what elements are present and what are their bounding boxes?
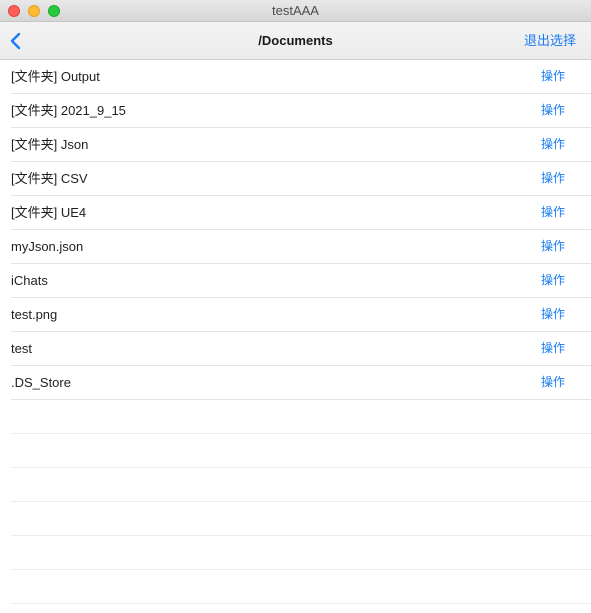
file-name: [文件夹] UE4 [11, 205, 87, 220]
file-name: [文件夹] CSV [11, 171, 88, 186]
file-name: iChats [11, 273, 48, 288]
list-item[interactable]: .DS_Store 操作 [11, 366, 591, 400]
file-name: [文件夹] Output [11, 69, 100, 84]
empty-row [11, 536, 591, 570]
action-button[interactable]: 操作 [541, 128, 565, 161]
file-list: [文件夹] Output 操作 [文件夹] 2021_9_15 操作 [文件夹]… [0, 60, 591, 604]
list-item[interactable]: [文件夹] 2021_9_15 操作 [11, 94, 591, 128]
title-bar: testAAA [0, 0, 591, 22]
action-button[interactable]: 操作 [541, 264, 565, 297]
list-item[interactable]: test.png 操作 [11, 298, 591, 332]
list-item[interactable]: [文件夹] Json 操作 [11, 128, 591, 162]
empty-row [11, 570, 591, 604]
action-button[interactable]: 操作 [541, 94, 565, 127]
list-item[interactable]: test 操作 [11, 332, 591, 366]
action-button[interactable]: 操作 [541, 332, 565, 365]
empty-row [11, 468, 591, 502]
file-name: test [11, 341, 32, 356]
exit-selection-button[interactable]: 退出选择 [524, 22, 576, 59]
action-button[interactable]: 操作 [541, 60, 565, 93]
list-item[interactable]: [文件夹] UE4 操作 [11, 196, 591, 230]
list-item[interactable]: iChats 操作 [11, 264, 591, 298]
empty-row [11, 400, 591, 434]
list-item[interactable]: [文件夹] CSV 操作 [11, 162, 591, 196]
action-button[interactable]: 操作 [541, 162, 565, 195]
window-title: testAAA [272, 3, 319, 18]
file-name: [文件夹] 2021_9_15 [11, 103, 126, 118]
navigation-bar: /Documents 退出选择 [0, 22, 591, 60]
action-button[interactable]: 操作 [541, 298, 565, 331]
file-name: test.png [11, 307, 58, 322]
empty-row [11, 502, 591, 536]
file-name: .DS_Store [11, 375, 71, 390]
list-item[interactable]: myJson.json 操作 [11, 230, 591, 264]
file-name: [文件夹] Json [11, 137, 89, 152]
action-button[interactable]: 操作 [541, 366, 565, 399]
app-window: testAAA /Documents 退出选择 [文件夹] Output 操作 … [0, 0, 591, 613]
empty-row [11, 434, 591, 468]
action-button[interactable]: 操作 [541, 230, 565, 263]
action-button[interactable]: 操作 [541, 196, 565, 229]
file-name: myJson.json [11, 239, 84, 254]
list-item[interactable]: [文件夹] Output 操作 [11, 60, 591, 94]
page-title: /Documents [258, 33, 333, 48]
